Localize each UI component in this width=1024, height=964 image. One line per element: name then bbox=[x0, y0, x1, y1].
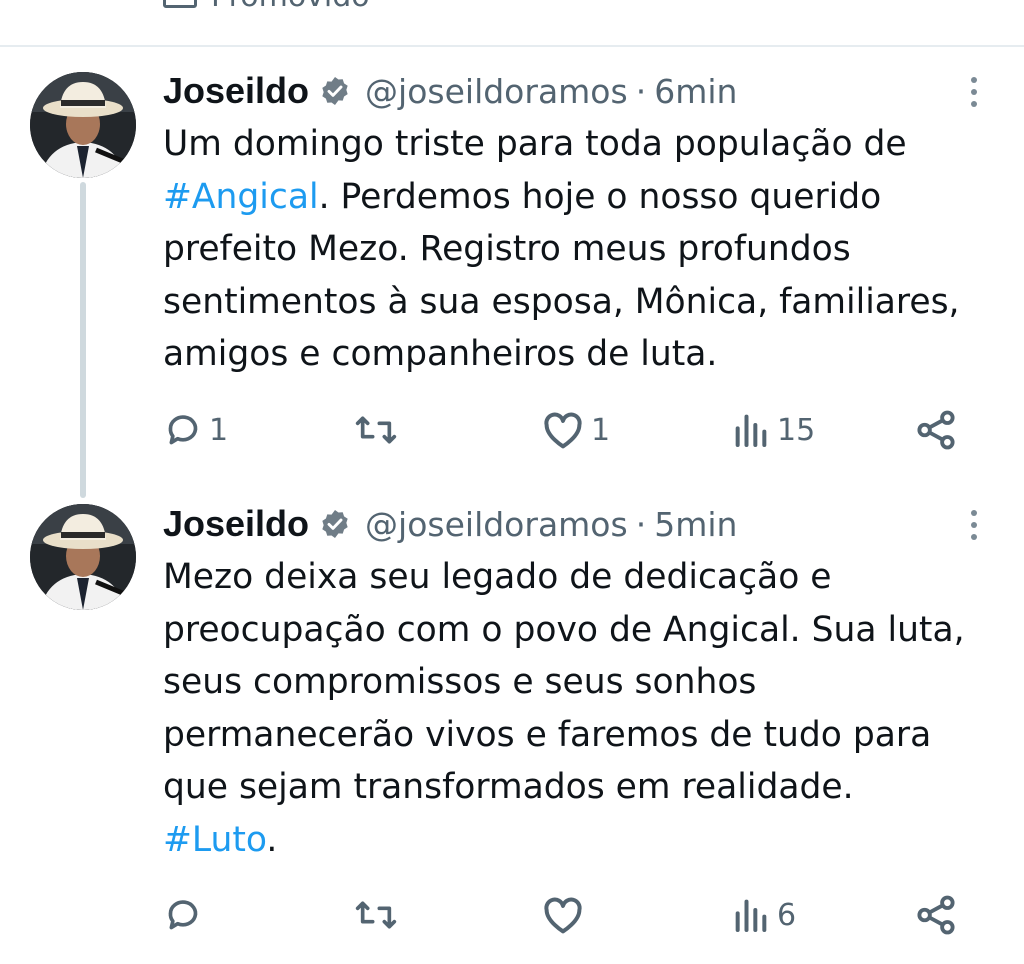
avatar[interactable] bbox=[30, 504, 136, 610]
reply-icon bbox=[168, 415, 198, 445]
repost-button[interactable] bbox=[353, 408, 405, 452]
tweet-header: Joseildo @joseildoramos · 5min bbox=[163, 501, 737, 547]
hashtag-link[interactable]: #Luto bbox=[163, 820, 266, 860]
share-icon bbox=[917, 895, 955, 935]
hashtag-link[interactable]: #Angical bbox=[163, 177, 319, 217]
text-line: #Luto. bbox=[163, 819, 278, 860]
divider bbox=[0, 45, 1024, 47]
views-icon bbox=[735, 414, 767, 447]
timestamp[interactable]: 6min bbox=[654, 72, 737, 111]
text-line: Um domingo triste para toda população de bbox=[163, 124, 907, 164]
like-icon bbox=[544, 897, 582, 934]
thread-connector-line bbox=[80, 182, 86, 498]
text-line: Mezo deixa seu legado de dedicação e bbox=[163, 557, 832, 597]
separator: · bbox=[635, 504, 647, 544]
share-icon bbox=[917, 410, 955, 450]
views-button[interactable]: 15 bbox=[731, 408, 815, 452]
text-line: que sejam transformados em realidade. bbox=[163, 767, 854, 807]
text-line: preocupação com o povo de Angical. Sua l… bbox=[163, 609, 965, 650]
author-name[interactable]: Joseildo bbox=[163, 503, 309, 545]
views-icon bbox=[735, 899, 767, 932]
reply-icon bbox=[168, 900, 198, 930]
tweet-text: Mezo deixa seu legado de dedicação e pre… bbox=[163, 551, 1003, 866]
share-button[interactable] bbox=[915, 408, 957, 452]
tweet-actions: 6 bbox=[163, 893, 963, 937]
repost-icon bbox=[355, 416, 397, 444]
share-button[interactable] bbox=[915, 893, 957, 937]
like-button[interactable] bbox=[541, 893, 591, 937]
separator: · bbox=[635, 71, 647, 111]
text-line: permanecerão vivos e faremos de tudo par… bbox=[163, 714, 932, 755]
text-line: #Angical. Perdemos hoje o nosso querido bbox=[163, 176, 882, 217]
timestamp[interactable]: 5min bbox=[654, 505, 737, 544]
text-line: seus compromissos e seus sonhos bbox=[163, 662, 757, 702]
verified-badge-icon bbox=[322, 510, 348, 538]
like-icon bbox=[544, 412, 582, 449]
verified-badge-icon bbox=[322, 77, 348, 105]
text-line: prefeito Mezo. Registro meus profundos bbox=[163, 229, 851, 269]
tweet-text: Um domingo triste para toda população de… bbox=[163, 118, 1003, 381]
tweet-actions: 1 1 15 bbox=[163, 408, 963, 452]
like-count: 1 bbox=[591, 412, 611, 448]
avatar[interactable] bbox=[30, 72, 136, 178]
author-name[interactable]: Joseildo bbox=[163, 70, 309, 112]
tweet-header: Joseildo @joseildoramos · 6min bbox=[163, 68, 737, 114]
repost-button[interactable] bbox=[353, 893, 405, 937]
more-options-icon[interactable] bbox=[970, 510, 978, 540]
repost-icon bbox=[355, 901, 397, 929]
views-count: 6 bbox=[777, 897, 797, 933]
reply-button[interactable] bbox=[163, 893, 209, 937]
reply-button[interactable]: 1 bbox=[163, 408, 228, 452]
author-handle[interactable]: @joseildoramos bbox=[365, 505, 628, 544]
author-handle[interactable]: @joseildoramos bbox=[365, 72, 628, 111]
reply-count: 1 bbox=[209, 412, 229, 448]
views-count: 15 bbox=[777, 412, 816, 448]
more-options-icon[interactable] bbox=[970, 77, 978, 107]
like-button[interactable]: 1 bbox=[541, 408, 610, 452]
promoted-icon bbox=[163, 0, 197, 8]
promoted-label: Promovido bbox=[211, 0, 370, 14]
text-line: amigos e companheiros de luta. bbox=[163, 334, 718, 374]
promoted-row: Promovido bbox=[163, 0, 370, 16]
text-line: sentimentos à sua esposa, Mônica, famili… bbox=[163, 281, 960, 322]
views-button[interactable]: 6 bbox=[731, 893, 796, 937]
